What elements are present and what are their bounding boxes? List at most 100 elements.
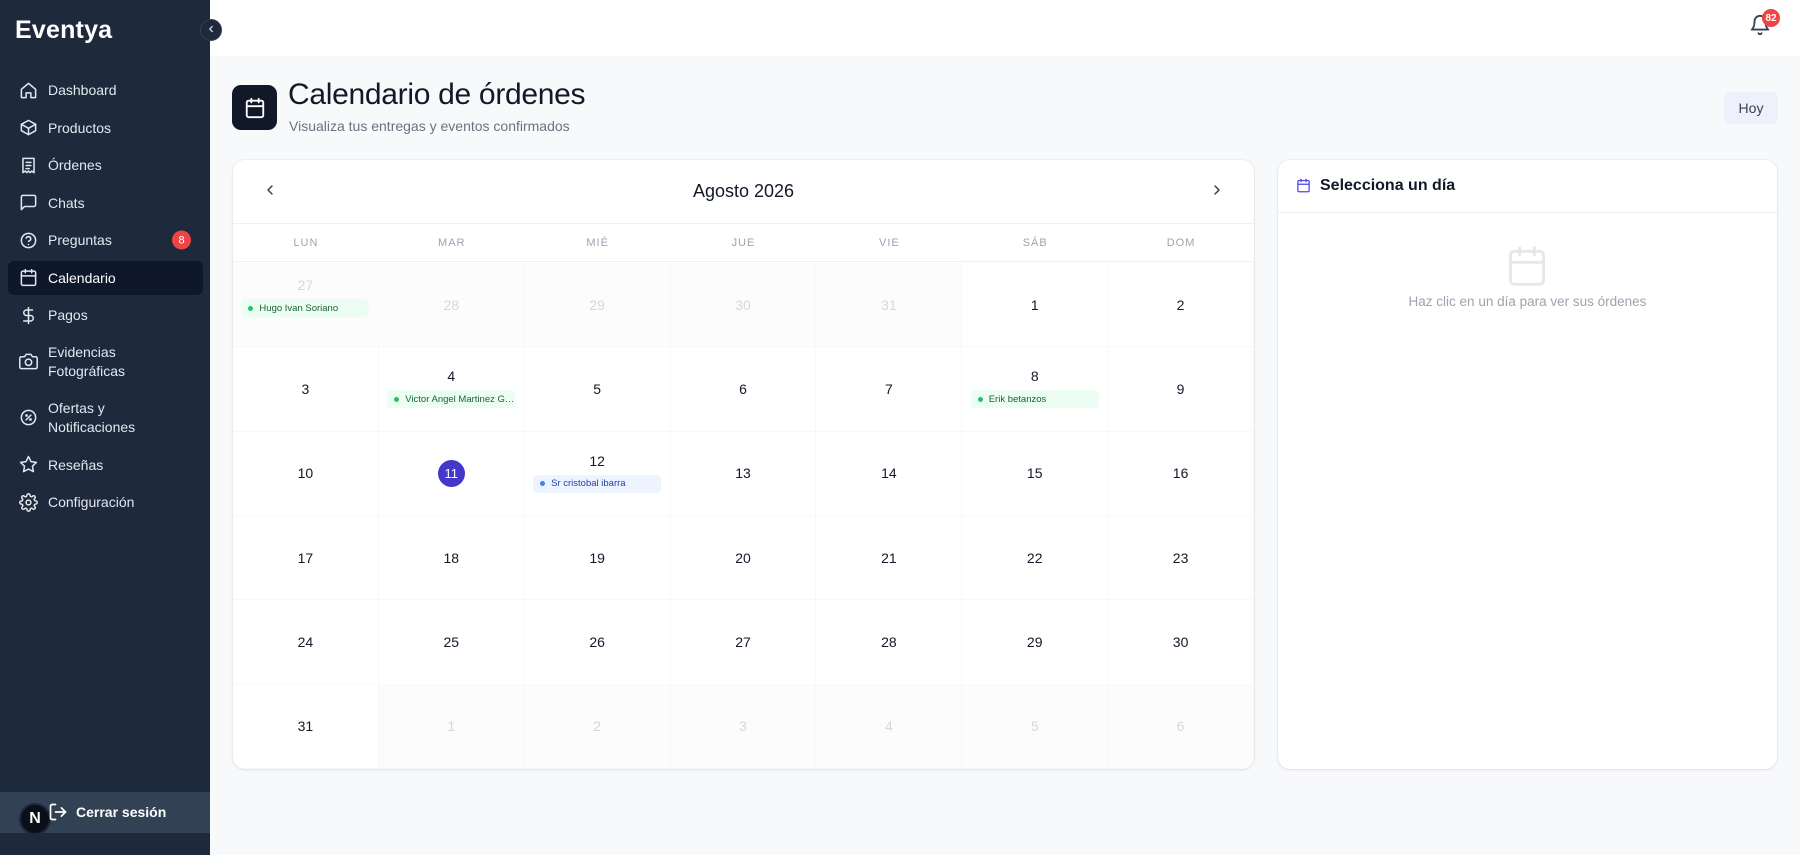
calendar-day-cell[interactable]: 22: [962, 516, 1109, 601]
day-panel-empty-text: Haz clic en un día para ver sus órdenes: [1408, 294, 1647, 309]
calendar-day-cell[interactable]: 27: [670, 600, 817, 685]
calendar-day-cell[interactable]: 24: [233, 600, 379, 685]
weekday-label: VIE: [878, 236, 900, 249]
order-event-chip[interactable]: Hugo Ivan Soriano: [241, 299, 370, 317]
day-number: 29: [589, 296, 605, 313]
sidebar-item-label: Dashboard: [48, 82, 117, 98]
order-event-chip[interactable]: Erik betanzos: [970, 390, 1099, 409]
calendar-day-cell[interactable]: 19: [524, 516, 671, 601]
calendar-day-cell[interactable]: 15: [962, 431, 1109, 516]
calendar-day-cell[interactable]: 14: [816, 431, 963, 516]
calendar-day-cell[interactable]: 5: [962, 684, 1109, 769]
calendar-icon: [18, 268, 38, 288]
weekday-label: MIÉ: [586, 236, 609, 249]
calendar-day-cell[interactable]: 29: [962, 600, 1109, 685]
day-number: 23: [1172, 549, 1189, 566]
avatar[interactable]: N: [19, 803, 51, 835]
calendar-day-cell[interactable]: 5: [524, 347, 671, 432]
calendar-day-cell[interactable]: 12 Sr cristobal ibarra: [524, 431, 671, 516]
logout-label: Cerrar sesión: [76, 804, 167, 820]
calendar-day-cell[interactable]: 7: [816, 347, 963, 432]
calendar-day-cell[interactable]: 2: [1108, 263, 1254, 348]
order-event-chip[interactable]: Victor Angel Martinez Gomez: [387, 390, 516, 409]
calendar-day-cell[interactable]: 30: [1108, 600, 1254, 685]
sidebar-item-productos[interactable]: Productos: [8, 111, 203, 145]
calendar-day-cell[interactable]: 21: [816, 516, 963, 601]
sidebar-item-label: Ofertas y Notificaciones: [48, 399, 136, 435]
calendar-day-cell[interactable]: 26: [524, 600, 671, 685]
calendar-day-cell[interactable]: 3: [670, 684, 817, 769]
calendar-day-cell[interactable]: 16: [1108, 431, 1254, 516]
order-event-chip[interactable]: Sr cristobal ibarra: [533, 474, 662, 493]
calendar-day-cell[interactable]: 31: [816, 263, 963, 348]
calendar-month-label: Agosto 2026: [692, 181, 795, 201]
sidebar-item-label: Preguntas: [48, 232, 112, 248]
gear-icon: [18, 492, 38, 512]
calendar-day-cell[interactable]: 25: [378, 600, 525, 685]
sidebar-collapse-button[interactable]: [200, 19, 222, 41]
calendar-day-cell[interactable]: 6: [1108, 684, 1254, 769]
next-month-button[interactable]: [1204, 179, 1230, 205]
calendar-day-cell[interactable]: 10: [233, 431, 379, 516]
weekday-header: LUN MAR MIÉ JUE VIE SÁB DOM: [233, 224, 1254, 262]
event-customer-name: Sr cristobal ibarra: [551, 478, 626, 490]
calendar-day-cell[interactable]: 13: [670, 431, 817, 516]
receipt-icon: [18, 155, 38, 175]
sidebar-item-resenas[interactable]: Reseñas: [8, 448, 203, 482]
day-number: 11: [437, 459, 465, 487]
calendar-day-cell[interactable]: 8 Erik betanzos: [962, 347, 1109, 432]
calendar-day-cell[interactable]: 29: [524, 263, 671, 348]
sidebar-item-dashboard[interactable]: Dashboard: [8, 73, 203, 107]
logout-icon: [48, 802, 68, 827]
sidebar-item-preguntas[interactable]: Preguntas 8: [8, 223, 203, 257]
offer-icon: [18, 408, 38, 428]
calendar-day-cell[interactable]: 28: [378, 263, 525, 348]
day-number: 28: [443, 296, 460, 313]
today-button[interactable]: Hoy: [1724, 92, 1778, 124]
star-icon: [18, 455, 38, 475]
sidebar-item-pagos[interactable]: Pagos: [8, 298, 203, 332]
day-number: 16: [1172, 465, 1189, 482]
calendar-day-cell[interactable]: 27 Hugo Ivan Soriano: [233, 263, 379, 348]
calendar-day-cell[interactable]: 3: [233, 347, 379, 432]
sidebar-item-label: Productos: [48, 119, 112, 136]
weekday-label: JUE: [731, 236, 756, 249]
calendar-day-cell[interactable]: 6: [670, 347, 817, 432]
sidebar-item-ofertas-y[interactable]: Ofertas y Notificaciones: [8, 392, 203, 444]
calendar-grid: 27 Hugo Ivan Soriano 28 29 30 31 1 2 3 4 Victor An…: [233, 263, 1254, 769]
day-number: 4: [884, 718, 893, 735]
event-customer-name: Erik betanzos: [988, 393, 1047, 405]
brand-logo[interactable]: Eventya: [15, 16, 112, 45]
calendar-day-cell[interactable]: 28: [816, 600, 963, 685]
logout-button[interactable]: N Cerrar sesión: [0, 792, 210, 835]
calendar-day-cell[interactable]: 18: [378, 516, 525, 601]
calendar-day-cell[interactable]: 1: [378, 684, 525, 769]
sidebar-item-calendario[interactable]: Calendario: [8, 260, 203, 295]
calendar-day-cell[interactable]: 9: [1108, 347, 1254, 432]
sidebar-item-ordenes[interactable]: Órdenes: [8, 148, 203, 182]
calendar-day-cell[interactable]: 1: [962, 263, 1109, 348]
calendar-day-cell[interactable]: 4 Victor Angel Martinez Gomez: [378, 347, 525, 432]
sidebar-item-chats[interactable]: Chats: [8, 186, 203, 220]
notification-count-badge: 82: [1762, 9, 1780, 27]
day-number: 27: [735, 633, 751, 650]
calendar-day-today[interactable]: 11: [378, 431, 525, 516]
sidebar-item-configuracion[interactable]: Configuración: [8, 485, 203, 519]
calendar-day-cell[interactable]: 23: [1108, 516, 1254, 601]
calendar-icon: [1296, 178, 1311, 198]
sidebar-item-evidencias[interactable]: Evidencias Fotográficas: [8, 336, 203, 388]
calendar-day-cell[interactable]: 31: [233, 684, 379, 769]
sidebar-item-label: Configuración: [48, 494, 135, 510]
day-number: 22: [1026, 549, 1043, 566]
calendar-day-cell[interactable]: 4: [816, 684, 963, 769]
day-number: 27: [297, 277, 314, 293]
day-number: 30: [1172, 633, 1189, 650]
calendar-day-cell[interactable]: 20: [670, 516, 817, 601]
calendar-day-cell[interactable]: 2: [524, 684, 671, 769]
calendar-day-cell[interactable]: 30: [670, 263, 817, 348]
day-detail-panel: Selecciona un día Haz clic en un día par…: [1278, 160, 1777, 769]
day-number: 21: [881, 549, 897, 566]
calendar-day-cell[interactable]: 17: [233, 516, 379, 601]
day-panel-title: Selecciona un día: [1320, 177, 1456, 194]
day-number: 2: [593, 718, 602, 735]
